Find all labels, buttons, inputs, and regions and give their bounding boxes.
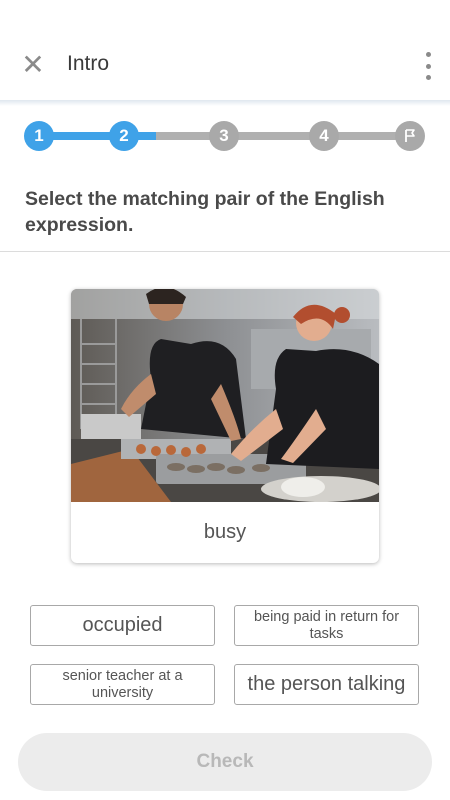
close-icon[interactable]: ✕ [18,50,48,80]
more-dot [425,63,431,69]
option-person-talking[interactable]: the person talking [234,664,419,705]
word-card: busy [71,289,379,563]
option-senior-teacher[interactable]: senior teacher at a university [30,664,215,705]
check-button[interactable]: Check [18,733,432,791]
flag-icon [395,121,425,151]
step-1: 1 [24,121,54,151]
step-4: 4 [309,121,339,151]
header-shadow [0,100,450,106]
app-header: ✕ Intro [0,0,450,100]
target-word: busy [203,521,247,543]
more-dot [425,75,431,80]
option-being-paid[interactable]: being paid in return for tasks [234,605,419,646]
kitchen-photo [71,289,379,502]
more-dot [425,52,431,57]
progress-stepper: 1 2 3 4 [24,118,426,154]
step-3: 3 [209,121,239,151]
divider [0,251,450,252]
question-prompt: Select the matching pair of the English … [25,188,385,236]
page-title: Intro [67,52,110,75]
step-2: 2 [109,121,139,151]
option-occupied[interactable]: occupied [30,605,215,646]
more-vertical-icon[interactable] [420,52,436,80]
